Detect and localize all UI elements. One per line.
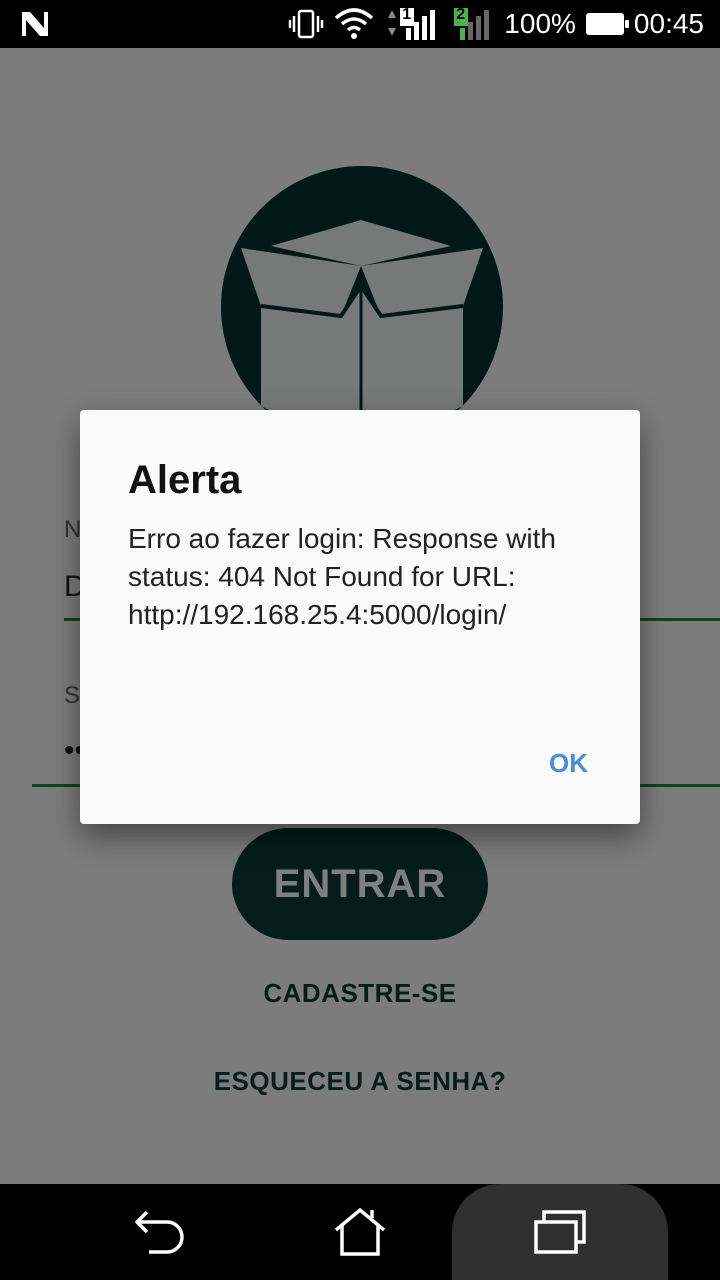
sim2-label: 2 [456,6,466,23]
signal-icon: 2 [454,6,494,42]
ok-button[interactable]: OK [549,748,588,779]
vibrate-icon [288,9,324,39]
wifi-icon [334,8,374,40]
back-icon[interactable] [100,1184,220,1280]
recents-icon[interactable] [500,1184,620,1280]
dialog-title: Alerta [128,458,242,502]
sim1-label: 1 [402,6,412,23]
battery-icon [585,13,629,35]
clock: 00:45 [633,8,704,39]
status-bar: 1 2 100% 00:45 [0,0,720,48]
signal-icon: 1 [384,6,444,42]
dialog-message: Erro ao fazer login: Response with statu… [128,523,556,630]
battery-percent: 100% [504,8,576,39]
home-icon[interactable] [300,1184,420,1280]
alert-dialog: Alerta Erro ao fazer login: Response wit… [80,410,640,824]
n-icon [18,8,52,45]
